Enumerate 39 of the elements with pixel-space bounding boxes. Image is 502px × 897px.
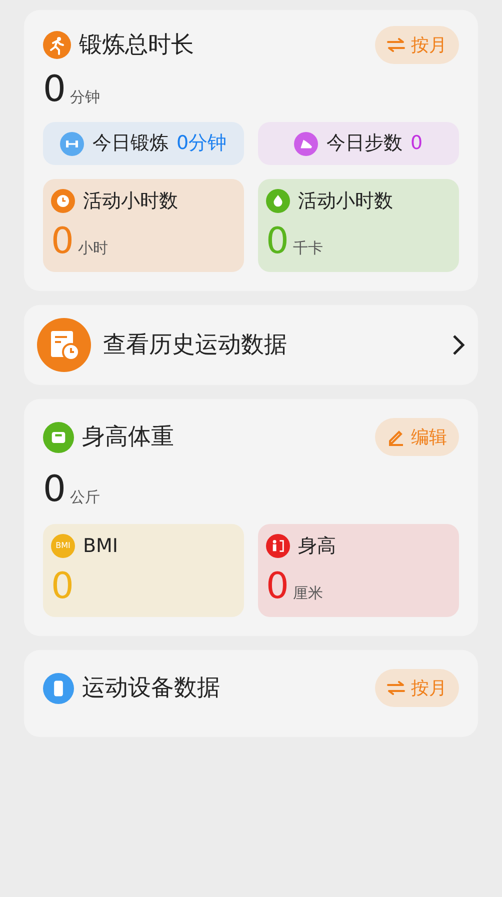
watch-icon bbox=[43, 672, 74, 704]
person-icon bbox=[266, 534, 290, 558]
toggle-button[interactable]: 按月 bbox=[375, 26, 459, 64]
bmi-icon: BMI bbox=[51, 534, 75, 558]
toggle-button[interactable]: 编辑 bbox=[375, 418, 459, 456]
value-text: 0 bbox=[51, 224, 74, 260]
runner-icon bbox=[43, 31, 71, 59]
value-text: 0 bbox=[266, 224, 289, 260]
chip-label: 今日步数 bbox=[326, 131, 402, 156]
swap-icon bbox=[387, 38, 405, 52]
card-title: 身高体重 bbox=[82, 422, 174, 452]
unit-text: 千卡 bbox=[292, 238, 323, 259]
clock-icon bbox=[51, 189, 75, 214]
pencil-icon bbox=[387, 428, 405, 446]
calendar-clock-icon bbox=[37, 318, 91, 372]
dumbbell-icon bbox=[60, 132, 84, 156]
tile-label: 活动小时数 bbox=[83, 189, 178, 214]
history-row[interactable]: 查看历史运动数据 bbox=[24, 305, 478, 385]
tile-label: 身高 bbox=[298, 534, 336, 559]
value-text: 0 bbox=[43, 72, 66, 108]
tile-label: 活动小时数 bbox=[298, 189, 393, 214]
value-text: 0 bbox=[266, 568, 289, 604]
card-title: 锻炼总时长 bbox=[79, 30, 194, 60]
value-text: 0 bbox=[51, 568, 74, 604]
chip-value: 0 bbox=[410, 131, 423, 156]
value-text: 0 bbox=[43, 472, 66, 508]
drop-icon bbox=[266, 189, 290, 214]
scale-icon bbox=[43, 422, 74, 452]
tile-label: BMI bbox=[83, 534, 118, 559]
chip-label: 今日锻炼 bbox=[92, 131, 168, 156]
swap-icon bbox=[387, 681, 405, 695]
unit-text: 公斤 bbox=[70, 486, 100, 508]
card-title: 运动设备数据 bbox=[82, 674, 220, 703]
chip-value: 0分钟 bbox=[176, 131, 227, 156]
unit-text: 小时 bbox=[78, 238, 108, 259]
chevron-right-icon bbox=[451, 334, 465, 356]
unit-text: 分钟 bbox=[70, 86, 100, 108]
toggle-button[interactable]: 按月 bbox=[375, 669, 459, 707]
unit-text: 厘米 bbox=[292, 583, 323, 604]
